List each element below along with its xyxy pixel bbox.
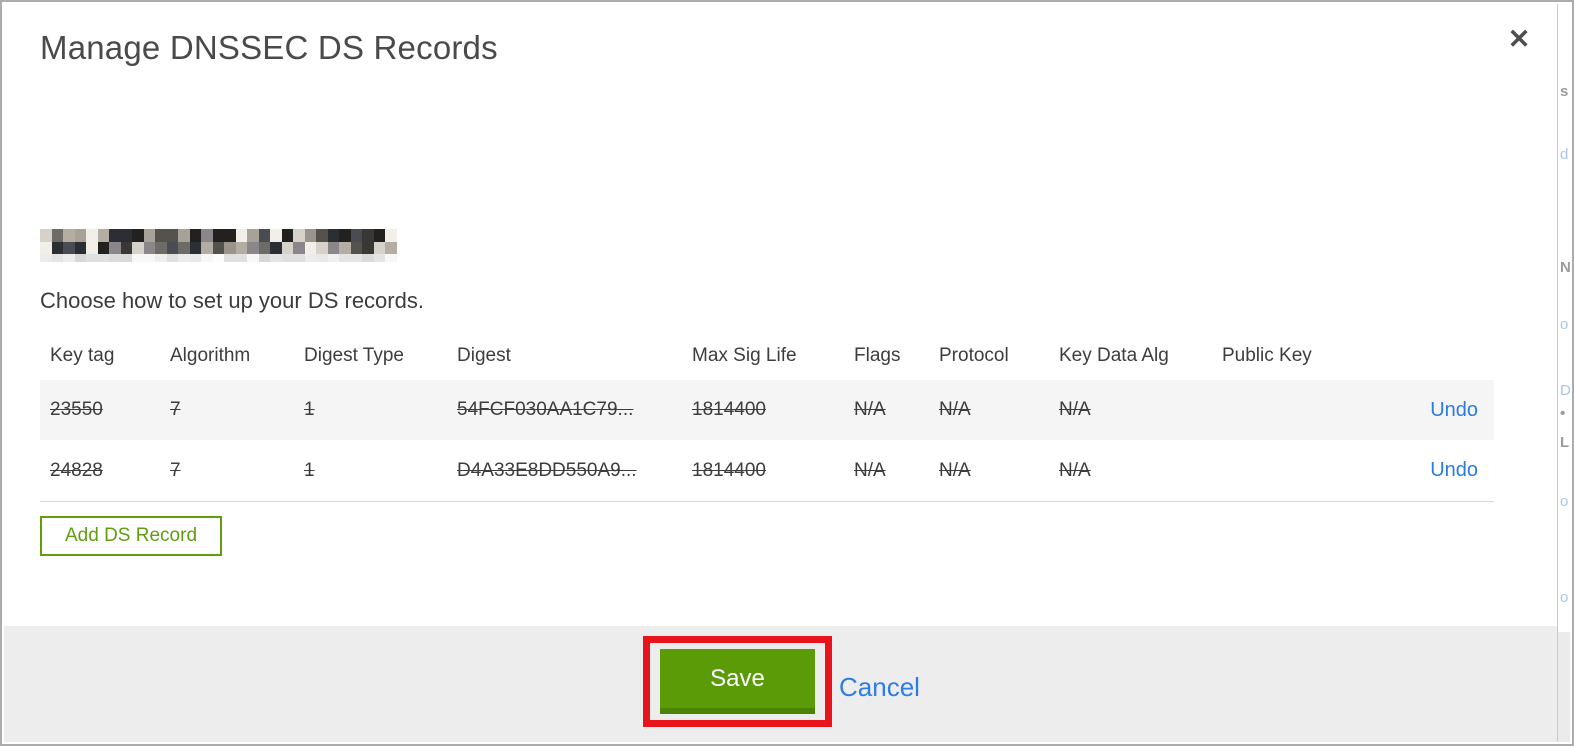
cell-key-data-alg: N/A bbox=[1059, 399, 1091, 420]
dnssec-dialog: Manage DNSSEC DS Records ✕ Choose how to… bbox=[0, 0, 1574, 746]
undo-link[interactable]: Undo bbox=[1430, 459, 1478, 481]
column-header: Max Sig Life bbox=[692, 345, 797, 366]
table-row: 24828 7 1 D4A33E8DD550A9... 1814400 N/A N/A N/A… bbox=[40, 440, 1494, 502]
cell-algorithm: 7 bbox=[170, 459, 181, 481]
cell-key-tag: 23550 bbox=[50, 399, 103, 420]
cancel-link[interactable]: Cancel bbox=[839, 672, 920, 703]
annotation-highlight-box: Save bbox=[643, 636, 832, 727]
cell-key-tag: 24828 bbox=[50, 459, 103, 481]
add-ds-record-button[interactable]: Add DS Record bbox=[40, 516, 223, 556]
page-title: Manage DNSSEC DS Records bbox=[40, 29, 498, 66]
background-text-fragment: d bbox=[1560, 146, 1569, 163]
background-text-fragment: o bbox=[1560, 316, 1569, 333]
cell-digest: D4A33E8DD550A9... bbox=[457, 459, 637, 481]
column-header: Algorithm bbox=[170, 345, 251, 366]
table-header-row: Key tag Algorithm Digest Type Digest Max Sig… bbox=[40, 332, 1494, 380]
background-text-fragment: o bbox=[1560, 589, 1569, 606]
cell-digest-type: 1 bbox=[304, 399, 315, 420]
redacted-domain-name bbox=[40, 229, 397, 262]
background-text-fragment: D bbox=[1560, 382, 1570, 399]
redaction-pixel-row bbox=[40, 241, 397, 254]
cell-key-data-alg: N/A bbox=[1059, 459, 1091, 481]
cell-max-sig-life: 1814400 bbox=[692, 459, 766, 481]
cell-protocol: N/A bbox=[939, 399, 971, 420]
background-text-fragment: N bbox=[1560, 259, 1570, 276]
cell-digest-type: 1 bbox=[304, 459, 315, 481]
column-header: Public Key bbox=[1222, 345, 1312, 366]
cell-max-sig-life: 1814400 bbox=[692, 399, 766, 420]
cell-protocol: N/A bbox=[939, 459, 971, 481]
ds-records-table: Key tag Algorithm Digest Type Digest Max Sig… bbox=[40, 332, 1494, 502]
column-header: Flags bbox=[854, 345, 901, 366]
column-header: Key Data Alg bbox=[1059, 345, 1169, 366]
cell-digest: 54FCF030AA1C79... bbox=[457, 399, 634, 420]
redaction-pixel-row bbox=[40, 229, 397, 242]
cell-flags: N/A bbox=[854, 399, 886, 420]
column-header: Key tag bbox=[50, 345, 115, 366]
modal-footer: Save Cancel bbox=[4, 626, 1570, 742]
column-header: Digest Type bbox=[304, 345, 404, 366]
table-body: 23550 7 1 54FCF030AA1C79... 1814400 N/A N/A N/A… bbox=[40, 380, 1494, 502]
instruction-text: Choose how to set up your DS records. bbox=[40, 288, 424, 313]
background-text-fragment: • bbox=[1560, 405, 1566, 422]
column-header: Protocol bbox=[939, 345, 1009, 366]
cell-flags: N/A bbox=[854, 459, 886, 481]
background-text-fragment: L bbox=[1560, 434, 1570, 451]
background-text-fragment: o bbox=[1560, 493, 1569, 510]
redaction-pixel-row bbox=[40, 254, 397, 262]
background-text-fragment: s bbox=[1560, 83, 1569, 100]
cell-algorithm: 7 bbox=[170, 399, 181, 420]
column-header: Digest bbox=[457, 345, 511, 366]
background-page-sliver: s d No D • Lo o bbox=[1557, 4, 1570, 742]
undo-link[interactable]: Undo bbox=[1430, 399, 1478, 421]
close-icon[interactable]: ✕ bbox=[1500, 20, 1538, 58]
save-button[interactable]: Save bbox=[660, 649, 815, 714]
table-row: 23550 7 1 54FCF030AA1C79... 1814400 N/A N/A N/A… bbox=[40, 380, 1494, 440]
